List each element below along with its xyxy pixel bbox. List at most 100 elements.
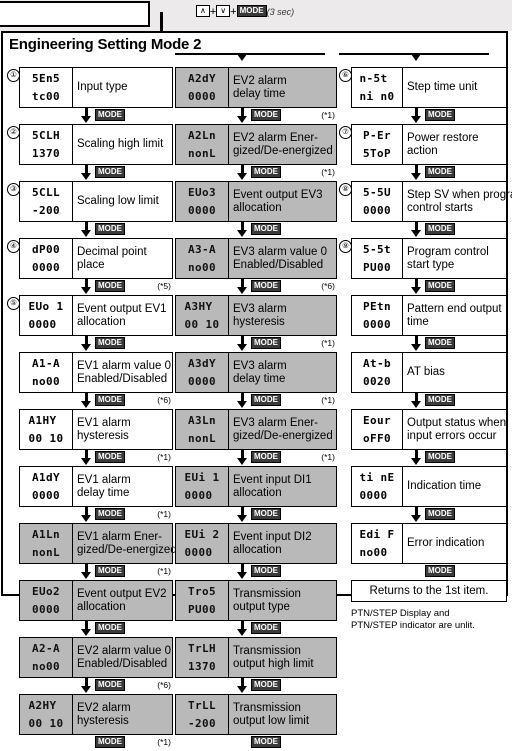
setting-item[interactable]: ⑥ n-5t ni n0 Step time unit bbox=[339, 67, 507, 108]
setting-item[interactable]: A3HY 00 10 EV3 alarm hysteresis bbox=[175, 295, 337, 336]
setting-item[interactable]: A1dY 0000 EV1 alarm delay time bbox=[7, 466, 173, 507]
setting-row[interactable]: EUi 2 0000 Event input DI2 allocation bbox=[175, 523, 337, 564]
setting-item[interactable]: ⑦ P-Er 5ToP Power restore action bbox=[339, 124, 507, 165]
setting-item[interactable]: ① 5En5 tc00 Input type bbox=[7, 67, 173, 108]
setting-row[interactable]: Eour oFF0 Output status when input errors o… bbox=[351, 409, 507, 450]
setting-row[interactable]: Tro5 PU00 Transmission output type bbox=[175, 580, 337, 621]
setting-row[interactable]: EUo 1 0000 Event output EV1 allocation bbox=[19, 295, 173, 336]
mode-button[interactable]: MODE bbox=[251, 223, 281, 235]
setting-item[interactable]: A2Ln nonL EV2 alarm Ener-gized/De-energize… bbox=[175, 124, 337, 165]
setting-row[interactable]: 5En5 tc00 Input type bbox=[19, 67, 173, 108]
setting-row[interactable]: PEtn 0000 Pattern end output time bbox=[351, 295, 507, 336]
mode-button[interactable]: MODE bbox=[95, 679, 125, 691]
mode-button[interactable]: MODE bbox=[251, 280, 281, 292]
setting-item[interactable]: ⑤ EUo 1 0000 Event output EV1 allocation bbox=[7, 295, 173, 336]
setting-item[interactable]: EUo2 0000 Event output EV2 allocation bbox=[7, 580, 173, 621]
setting-row[interactable]: A3-A no00 EV3 alarm value 0 Enabled/Disable… bbox=[175, 238, 337, 279]
setting-row[interactable]: Edi F no00 Error indication bbox=[351, 523, 507, 564]
mode-button[interactable]: MODE bbox=[251, 337, 281, 349]
mode-button[interactable]: MODE bbox=[251, 565, 281, 577]
mode-button[interactable]: MODE bbox=[251, 451, 281, 463]
mode-button[interactable]: MODE bbox=[95, 508, 125, 520]
mode-button[interactable]: MODE bbox=[251, 679, 281, 691]
setting-item[interactable]: A3Ln nonL EV3 alarm Ener-gized/De-energize… bbox=[175, 409, 337, 450]
setting-row[interactable]: A2Ln nonL EV2 alarm Ener-gized/De-energize… bbox=[175, 124, 337, 165]
setting-row[interactable]: A1dY 0000 EV1 alarm delay time bbox=[19, 466, 173, 507]
setting-row[interactable]: EUo3 0000 Event output EV3 allocation bbox=[175, 181, 337, 222]
setting-item[interactable]: TrLH 1370 Transmission output high limit bbox=[175, 637, 337, 678]
setting-item[interactable]: A1HY 00 10 EV1 alarm hysteresis bbox=[7, 409, 173, 450]
setting-item[interactable]: PEtn 0000 Pattern end output time bbox=[339, 295, 507, 336]
setting-row[interactable]: EUo2 0000 Event output EV2 allocation bbox=[19, 580, 173, 621]
setting-row[interactable]: At-b 0020 AT bias bbox=[351, 352, 507, 393]
mode-button[interactable]: MODE bbox=[251, 109, 281, 121]
setting-row[interactable]: 5-5t PU00 Program control start type bbox=[351, 238, 507, 279]
mode-button[interactable]: MODE bbox=[95, 622, 125, 634]
mode-button[interactable]: MODE bbox=[251, 166, 281, 178]
setting-row[interactable]: A2-A no00 EV2 alarm value 0 Enabled/Disable… bbox=[19, 637, 173, 678]
setting-row[interactable]: EUi 1 0000 Event input DI1 allocation bbox=[175, 466, 337, 507]
mode-button[interactable]: MODE bbox=[251, 622, 281, 634]
setting-item[interactable]: EUi 1 0000 Event input DI1 allocation bbox=[175, 466, 337, 507]
setting-item[interactable]: At-b 0020 AT bias bbox=[339, 352, 507, 393]
setting-item[interactable]: ② 5CLH 1370 Scaling high limit bbox=[7, 124, 173, 165]
setting-row[interactable]: 5CLH 1370 Scaling high limit bbox=[19, 124, 173, 165]
setting-item[interactable]: Edi F no00 Error indication bbox=[339, 523, 507, 564]
setting-item[interactable]: ⑨ 5-5t PU00 Program control start type bbox=[339, 238, 507, 279]
setting-row[interactable]: ti nE 0000 Indication time bbox=[351, 466, 507, 507]
setting-row[interactable]: A3dY 0000 EV3 alarm delay time bbox=[175, 352, 337, 393]
setting-row[interactable]: A1-A no00 EV1 alarm value 0 Enabled/Disable… bbox=[19, 352, 173, 393]
setting-row[interactable]: A1Ln nonL EV1 alarm Ener-gized/De-energize… bbox=[19, 523, 177, 564]
setting-row[interactable]: P-Er 5ToP Power restore action bbox=[351, 124, 507, 165]
setting-item[interactable]: ④ dP00 0000 Decimal point place bbox=[7, 238, 173, 279]
setting-item[interactable]: A3-A no00 EV3 alarm value 0 Enabled/Disable… bbox=[175, 238, 337, 279]
setting-row[interactable]: A2HY 00 10 EV2 alarm hysteresis bbox=[19, 694, 173, 735]
mode-key-icon[interactable]: MODE bbox=[236, 5, 267, 17]
mode-button[interactable]: MODE bbox=[251, 508, 281, 520]
setting-item[interactable]: ③ 5CLL -200 Scaling low limit bbox=[7, 181, 173, 222]
mode-button[interactable]: MODE bbox=[251, 736, 281, 748]
setting-item[interactable]: A2dY 0000 EV2 alarm delay time bbox=[175, 67, 337, 108]
setting-item[interactable]: EUo3 0000 Event output EV3 allocation bbox=[175, 181, 337, 222]
setting-item[interactable]: A3dY 0000 EV3 alarm delay time bbox=[175, 352, 337, 393]
mode-button[interactable]: MODE bbox=[425, 451, 455, 463]
setting-item[interactable]: A2-A no00 EV2 alarm value 0 Enabled/Disable… bbox=[7, 637, 173, 678]
down-key-icon[interactable]: ∨ bbox=[216, 5, 231, 17]
setting-item[interactable]: Eour oFF0 Output status when input errors o… bbox=[339, 409, 507, 450]
up-key-icon[interactable]: ∧ bbox=[196, 5, 210, 17]
setting-item[interactable]: EUi 2 0000 Event input DI2 allocation bbox=[175, 523, 337, 564]
setting-row[interactable]: 5-5U 0000 Step SV when programcontrol star… bbox=[351, 181, 512, 222]
mode-button[interactable]: MODE bbox=[425, 337, 455, 349]
mode-button[interactable]: MODE bbox=[425, 394, 455, 406]
setting-row[interactable]: A3HY 00 10 EV3 alarm hysteresis bbox=[175, 295, 337, 336]
mode-button[interactable]: MODE bbox=[95, 223, 125, 235]
setting-row[interactable]: TrLL -200 Transmission output low limit bbox=[175, 694, 337, 735]
mode-button[interactable]: MODE bbox=[95, 736, 125, 748]
setting-row[interactable]: dP00 0000 Decimal point place bbox=[19, 238, 173, 279]
setting-row[interactable]: A1HY 00 10 EV1 alarm hysteresis bbox=[19, 409, 173, 450]
mode-button[interactable]: MODE bbox=[95, 337, 125, 349]
mode-button[interactable]: MODE bbox=[95, 109, 125, 121]
setting-item[interactable]: A1-A no00 EV1 alarm value 0 Enabled/Disable… bbox=[7, 352, 173, 393]
setting-row[interactable]: n-5t ni n0 Step time unit bbox=[351, 67, 507, 108]
mode-button[interactable]: MODE bbox=[95, 394, 125, 406]
setting-item[interactable]: ⑧ 5-5U 0000 Step SV when programcontrol sta… bbox=[339, 181, 512, 222]
setting-row[interactable]: 5CLL -200 Scaling low limit bbox=[19, 181, 173, 222]
setting-row[interactable]: A3Ln nonL EV3 alarm Ener-gized/De-energize… bbox=[175, 409, 337, 450]
mode-button[interactable]: MODE bbox=[95, 166, 125, 178]
setting-item[interactable]: A1Ln nonL EV1 alarm Ener-gized/De-energize… bbox=[7, 523, 177, 564]
mode-button[interactable]: MODE bbox=[425, 166, 455, 178]
setting-item[interactable]: ti nE 0000 Indication time bbox=[339, 466, 507, 507]
setting-item[interactable]: A2HY 00 10 EV2 alarm hysteresis bbox=[7, 694, 173, 735]
mode-button[interactable]: MODE bbox=[425, 508, 455, 520]
mode-button[interactable]: MODE bbox=[95, 280, 125, 292]
setting-item[interactable]: Tro5 PU00 Transmission output type bbox=[175, 580, 337, 621]
mode-button[interactable]: MODE bbox=[425, 109, 455, 121]
mode-button[interactable]: MODE bbox=[95, 565, 125, 577]
mode-button[interactable]: MODE bbox=[425, 280, 455, 292]
setting-row[interactable]: A2dY 0000 EV2 alarm delay time bbox=[175, 67, 337, 108]
setting-item[interactable]: TrLL -200 Transmission output low limit bbox=[175, 694, 337, 735]
setting-row[interactable]: TrLH 1370 Transmission output high limit bbox=[175, 637, 337, 678]
mode-button[interactable]: MODE bbox=[425, 223, 455, 235]
mode-button[interactable]: MODE bbox=[95, 451, 125, 463]
